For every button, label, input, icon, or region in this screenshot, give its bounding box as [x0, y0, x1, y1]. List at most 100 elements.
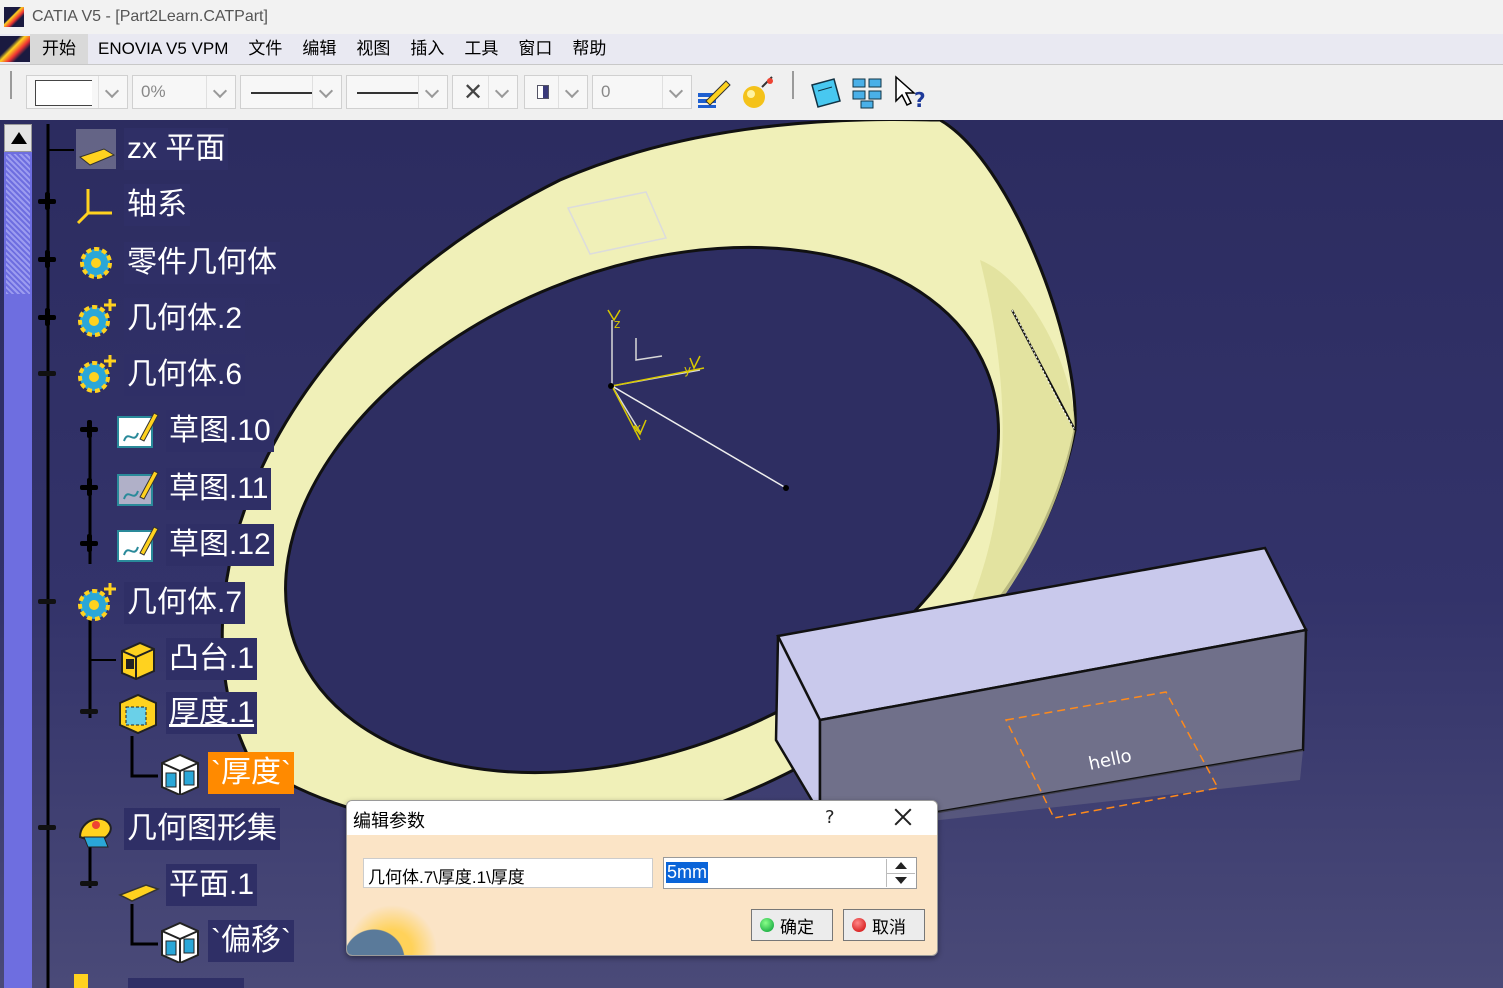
chevron-down-icon[interactable] — [418, 76, 447, 108]
tree-node-label: 草图.11 — [166, 468, 272, 510]
menu-insert[interactable]: 插入 — [400, 34, 454, 64]
point-symbol-select[interactable]: ✕ — [452, 75, 518, 109]
tree-node-label: 几何体.6 — [124, 354, 246, 396]
cancel-label: 取消 — [872, 917, 906, 937]
catia-compass-icon[interactable] — [0, 36, 30, 62]
line-thickness-preview — [251, 92, 313, 94]
tree-node-thickness-param[interactable]: `厚度` — [158, 750, 294, 796]
whats-this-help-icon[interactable]: ? — [892, 75, 928, 111]
plane-icon — [76, 129, 116, 169]
expand-plus-icon[interactable] — [80, 420, 98, 438]
sketch-icon — [117, 470, 159, 506]
collapse-minus-icon[interactable] — [38, 818, 56, 836]
sketch-icon — [117, 526, 159, 562]
apply-material-icon[interactable] — [740, 75, 776, 111]
tree-node-geometrical-set[interactable]: 几何图形集 — [74, 806, 280, 852]
expand-plus-icon[interactable] — [80, 478, 98, 496]
scroll-up-arrow-icon[interactable] — [4, 124, 32, 152]
plane-icon — [118, 884, 160, 902]
tree-node-thickness-1[interactable]: 厚度.1 — [116, 690, 258, 736]
layer-value: 0 — [601, 82, 611, 101]
tree-node-label: 几何体.7 — [124, 582, 246, 624]
parameter-value-text[interactable]: 5mm — [666, 862, 708, 883]
painter-brush-icon[interactable] — [696, 75, 732, 111]
line-endpoint — [783, 485, 789, 491]
edit-parameter-dialog: 编辑参数 ? 几何体.7\厚度.1\厚度 5mm 确定 取消 — [346, 800, 938, 956]
toolbar-separator — [10, 71, 12, 99]
line-type-preview — [357, 92, 419, 94]
axis-x-label: x — [634, 421, 641, 435]
chevron-down-icon[interactable] — [312, 76, 341, 108]
chevron-down-icon[interactable] — [206, 76, 235, 108]
ok-button[interactable]: 确定 — [751, 909, 833, 941]
rendering-style-select[interactable] — [524, 75, 588, 109]
tree-scrollbar[interactable] — [4, 124, 32, 988]
red-dot-icon — [852, 918, 866, 932]
collapse-minus-icon[interactable] — [80, 702, 98, 720]
tree-node-body-2[interactable]: 几何体.2 — [74, 296, 246, 342]
menu-edit[interactable]: 编辑 — [292, 34, 346, 64]
spin-up-icon[interactable] — [887, 859, 915, 873]
tree-node-body-6[interactable]: 几何体.6 — [74, 352, 246, 398]
expand-plus-icon[interactable] — [38, 250, 56, 268]
axis-system-icon — [76, 189, 112, 225]
expand-plus-icon[interactable] — [38, 192, 56, 210]
gear-body-icon — [78, 299, 116, 337]
menu-view[interactable]: 视图 — [346, 34, 400, 64]
sketch-icon — [117, 412, 159, 448]
menu-file[interactable]: 文件 — [238, 34, 292, 64]
chevron-down-icon[interactable] — [662, 76, 691, 108]
expand-plus-icon[interactable] — [38, 308, 56, 326]
cancel-button[interactable]: 取消 — [843, 909, 925, 941]
chevron-down-icon[interactable] — [488, 76, 517, 108]
collapse-minus-icon[interactable] — [38, 592, 56, 610]
tree-node-body-7[interactable]: 几何体.7 — [74, 580, 246, 626]
help-question-icon[interactable]: ? — [825, 807, 835, 828]
tree-node-part-body[interactable]: 零件几何体 — [74, 240, 280, 286]
tree-node-sketch-12[interactable]: 草图.12 — [116, 522, 274, 568]
line-type-select[interactable] — [346, 75, 448, 109]
3d-view-plane-icon[interactable] — [808, 75, 844, 111]
tree-node-label: `偏移` — [208, 920, 294, 962]
tree-node-label: 几何体.2 — [124, 298, 246, 340]
tile-windows-icon[interactable] — [850, 75, 886, 111]
tree-node-sketch-10[interactable]: 草图.10 — [116, 408, 274, 454]
chevron-down-icon[interactable] — [98, 76, 127, 108]
menu-window[interactable]: 窗口 — [508, 34, 562, 64]
tree-node-axis-system[interactable]: 轴系 — [74, 182, 190, 228]
menu-help[interactable]: 帮助 — [562, 34, 616, 64]
scroll-thumb[interactable] — [6, 154, 30, 294]
tree-node-partial — [74, 974, 244, 988]
rendering-style-icon — [537, 85, 549, 99]
tree-node-sketch-11[interactable]: 草图.11 — [116, 466, 272, 512]
dialog-decoration — [347, 905, 437, 955]
tree-node-offset-param[interactable]: `偏移` — [158, 918, 294, 964]
close-icon[interactable] — [891, 805, 915, 829]
transparency-select[interactable]: 0% — [132, 75, 236, 109]
tree-node-pad-1[interactable]: 凸台.1 — [116, 636, 258, 682]
menu-tools[interactable]: 工具 — [454, 34, 508, 64]
chevron-down-icon[interactable] — [558, 76, 587, 108]
menu-start[interactable]: 开始 — [30, 34, 88, 64]
ok-label: 确定 — [780, 917, 814, 937]
color-swatch — [35, 80, 92, 106]
tree-node-label: zx 平面 — [124, 128, 229, 170]
parameter-value-input[interactable]: 5mm — [663, 857, 917, 889]
layer-select[interactable]: 0 — [592, 75, 692, 109]
window-title: CATIA V5 - [Part2Learn.CATPart] — [32, 8, 268, 25]
pad-icon — [121, 641, 155, 681]
tree-node-zx-plane[interactable]: zx 平面 — [74, 126, 229, 172]
line-thickness-select[interactable] — [240, 75, 342, 109]
collapse-minus-icon[interactable] — [80, 874, 98, 892]
value-spinner[interactable] — [886, 859, 915, 887]
fill-color-select[interactable] — [26, 75, 128, 109]
tree-node-label: 草图.10 — [166, 410, 274, 452]
tree-node-label: `厚度` — [208, 752, 294, 794]
tree-node-plane-1[interactable]: 平面.1 — [116, 862, 258, 908]
graphic-properties-toolbar: 0% ✕ 0 ? — [0, 64, 1503, 123]
collapse-minus-icon[interactable] — [38, 364, 56, 382]
gear-body-icon — [80, 247, 112, 279]
spin-down-icon[interactable] — [887, 873, 915, 888]
menu-enovia[interactable]: ENOVIA V5 VPM — [88, 34, 238, 64]
expand-plus-icon[interactable] — [80, 534, 98, 552]
